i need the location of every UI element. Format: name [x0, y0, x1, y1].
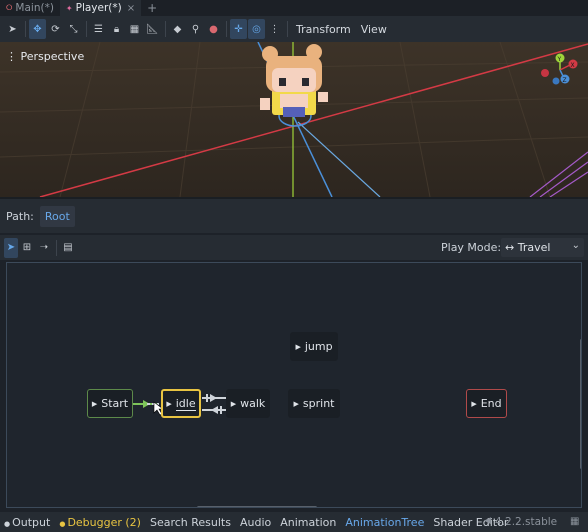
connect-icon[interactable]: ➝ — [36, 238, 52, 258]
list-select-icon[interactable]: ☰ — [90, 19, 107, 39]
divider — [86, 21, 87, 37]
transform-menu[interactable]: Transform — [291, 23, 356, 36]
divider — [165, 21, 166, 37]
state-node-walk[interactable]: ▶ walk — [226, 389, 270, 418]
gizmo-x-label: X — [571, 62, 575, 69]
grid-snap-icon[interactable]: ◎ — [248, 19, 265, 39]
tab-animationtree[interactable]: AnimationTree — [345, 516, 424, 529]
more-icon: ⋮ — [6, 50, 21, 63]
more-icon[interactable]: ⋮ — [266, 19, 283, 39]
play-icon[interactable]: ▶ — [231, 400, 236, 408]
perspective-label: Perspective — [20, 50, 85, 63]
tab-animation[interactable]: Animation — [280, 516, 336, 529]
output-icon: ● — [4, 519, 11, 528]
version-icon: ◀ — [484, 516, 491, 526]
snap-icon[interactable]: ● — [205, 19, 222, 39]
state-node-jump[interactable]: ▶ jump — [290, 332, 338, 361]
play-mode-value: ↔ Travel — [505, 241, 551, 254]
bone-icon[interactable]: ⚲ — [187, 19, 204, 39]
node-label: End — [480, 397, 502, 410]
select-icon[interactable]: ➤ — [4, 19, 21, 39]
tab-player-label: Player(*) — [75, 2, 122, 14]
object-icon[interactable]: ◆ — [169, 19, 186, 39]
chevron-down-icon: ⌄ — [571, 240, 580, 251]
3d-viewport[interactable]: Y X Z — [0, 42, 588, 197]
horizontal-scrollbar[interactable] — [197, 506, 317, 507]
divider — [56, 239, 57, 256]
layout-icon[interactable]: ▦ — [570, 516, 579, 527]
play-icon[interactable]: ▶ — [294, 400, 299, 408]
viewport-scene: Y X Z — [0, 42, 588, 197]
tab-player[interactable]: ✦ Player(*) × — [59, 0, 142, 16]
tab-search-results[interactable]: Search Results — [150, 516, 231, 529]
group-icon[interactable]: ▦ — [126, 19, 143, 39]
path-root-button[interactable]: Root — [39, 205, 75, 227]
divider — [25, 21, 26, 37]
scene-tab-bar: ⭘ Main(*) ✦ Player(*) × + — [0, 0, 588, 16]
local-space-icon[interactable]: ✛ — [230, 19, 247, 39]
scene-icon: ✦ — [65, 3, 73, 13]
close-icon[interactable]: × — [127, 3, 135, 14]
create-node-icon[interactable]: ⊞ — [19, 238, 35, 258]
node-label: walk — [240, 397, 266, 410]
tab-audio[interactable]: Audio — [240, 516, 271, 529]
view-menu[interactable]: View — [356, 23, 392, 36]
delete-icon[interactable]: ▤ — [60, 238, 76, 258]
scale-icon[interactable]: ⤡ — [65, 19, 82, 39]
lock-icon[interactable]: 🔒︎ — [108, 19, 125, 39]
state-node-end[interactable]: ▶ End — [466, 389, 507, 418]
viewport-toolbar: ➤ ✥ ⟳ ⤡ ☰ 🔒︎ ▦ 📐︎ ◆ ⚲ ● ✛ ◎ ⋮ Transform … — [0, 16, 588, 42]
play-icon[interactable]: ▶ — [166, 400, 171, 408]
node-label: sprint — [302, 397, 335, 410]
play-icon[interactable]: ▶ — [92, 400, 97, 408]
gizmo-z-label: Z — [563, 77, 567, 84]
add-tab-button[interactable]: + — [141, 1, 163, 15]
tab-output[interactable]: ● Output — [4, 516, 50, 529]
move-icon[interactable]: ✥ — [29, 19, 46, 39]
play-icon[interactable]: ▶ — [295, 343, 300, 351]
tab-main[interactable]: ⭘ Main(*) — [0, 0, 60, 16]
state-node-idle[interactable]: ▶ idle — [161, 389, 201, 418]
ruler-icon[interactable]: 📐︎ — [144, 19, 161, 39]
divider — [287, 21, 288, 37]
select-icon[interactable]: ➤ — [4, 237, 18, 258]
perspective-menu[interactable]: ⋮ Perspective — [6, 50, 84, 63]
transition-arrows — [133, 394, 226, 416]
tab-main-label: Main(*) — [15, 2, 54, 14]
state-node-sprint[interactable]: ▶ sprint — [288, 389, 340, 418]
play-mode-select[interactable]: ↔ Travel ⌄ — [501, 238, 584, 257]
tab-debugger[interactable]: ● Debugger (2) — [59, 516, 141, 529]
gizmo-y-label: Y — [557, 56, 562, 63]
state-machine-graph[interactable]: ▶ jump ▶ Start ▶ idle ▶ walk ▶ sprint ▶ End — [6, 262, 582, 508]
state-node-start[interactable]: ▶ Start — [87, 389, 133, 418]
vertical-scrollbar[interactable] — [580, 339, 581, 469]
engine-version: 4.2.2.stable — [495, 516, 558, 528]
path-label: Path: — [6, 209, 34, 223]
node-label: jump — [304, 340, 333, 353]
path-bar: Path: Root — [0, 197, 588, 233]
scene-icon: ⭘ — [6, 3, 13, 12]
rotate-icon[interactable]: ⟳ — [47, 19, 64, 39]
warning-dot-icon: ● — [59, 519, 66, 528]
node-label: idle — [175, 396, 196, 411]
node-label: Start — [101, 397, 129, 410]
play-icon[interactable]: ▶ — [471, 400, 476, 408]
divider — [226, 21, 227, 37]
play-mode-label: Play Mode: — [441, 241, 502, 254]
